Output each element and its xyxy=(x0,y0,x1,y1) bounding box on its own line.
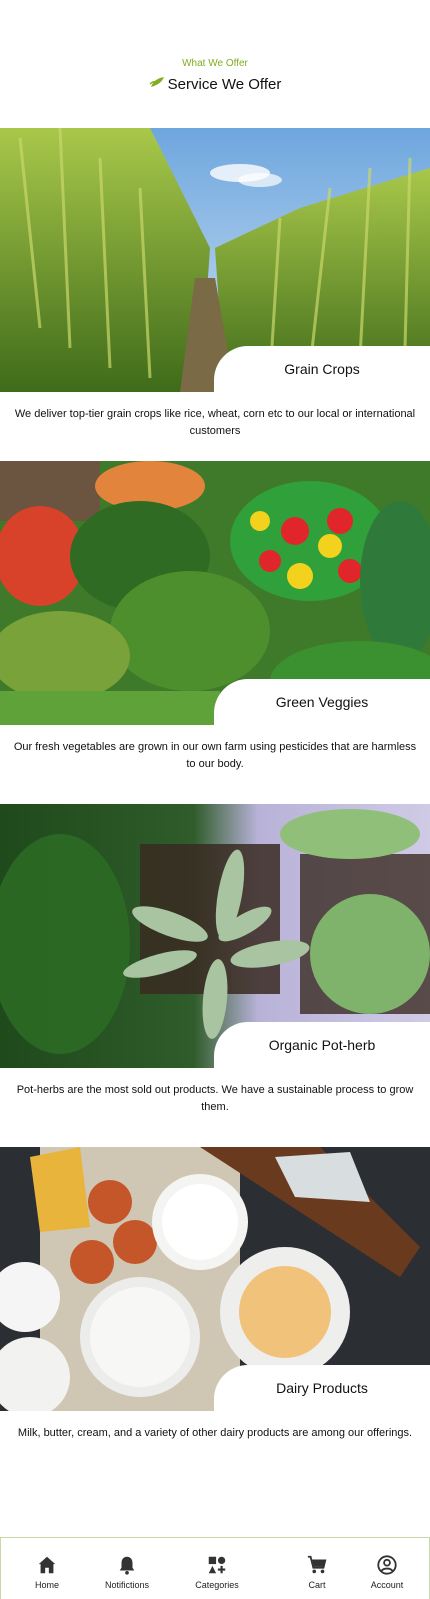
service-name: Dairy Products xyxy=(276,1380,368,1396)
bell-icon xyxy=(119,1556,135,1575)
nav-label: Home xyxy=(34,1580,59,1590)
section-eyebrow: What We Offer xyxy=(182,58,248,69)
service-name: Organic Pot-herb xyxy=(268,1037,376,1053)
service-description: Our fresh vegetables are grown in our ow… xyxy=(13,741,417,770)
nav-label: Categories xyxy=(195,1580,239,1590)
nav-label: Account xyxy=(370,1580,404,1590)
home-icon xyxy=(38,1556,56,1574)
account-icon xyxy=(377,1555,397,1575)
cart-icon xyxy=(307,1555,327,1574)
nav-item-cart[interactable]: Cart xyxy=(295,1538,339,1599)
nav-item-account[interactable]: Account xyxy=(361,1538,413,1599)
service-name: Green Veggies xyxy=(275,694,369,710)
section-header: What We Offer Service We Offer xyxy=(0,0,430,128)
bottom-nav: Home Notifictions Categories Cart Accoun… xyxy=(0,1537,430,1599)
nav-label: Cart xyxy=(308,1580,326,1590)
service-name-tag: Grain Crops xyxy=(214,346,430,392)
service-name-tag: Green Veggies xyxy=(214,679,430,725)
nav-label: Notifictions xyxy=(104,1580,149,1590)
leaf-icon xyxy=(149,76,164,87)
nav-item-home[interactable]: Home xyxy=(25,1538,69,1599)
service-name-tag: Dairy Products xyxy=(214,1365,430,1411)
service-name-tag: Organic Pot-herb xyxy=(214,1022,430,1068)
service-description: We deliver top-tier grain crops like ric… xyxy=(14,408,416,437)
nav-item-categories[interactable]: Categories xyxy=(187,1538,247,1599)
categories-icon xyxy=(208,1556,226,1574)
nav-item-notifications[interactable]: Notifictions xyxy=(95,1538,159,1599)
section-title-row: Service We Offer xyxy=(0,76,430,93)
service-description: Milk, butter, cream, and a variety of ot… xyxy=(17,1427,413,1439)
service-name: Grain Crops xyxy=(284,361,360,377)
section-title: Service We Offer xyxy=(167,76,282,93)
service-description: Pot-herbs are the most sold out products… xyxy=(16,1084,414,1113)
